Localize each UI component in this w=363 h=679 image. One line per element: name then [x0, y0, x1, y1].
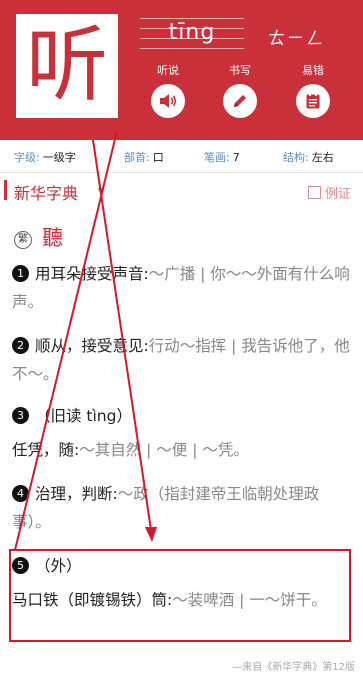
zhuyin: ㄊㄧㄥ: [268, 29, 325, 49]
divider: [0, 172, 363, 173]
pencil-icon[interactable]: [223, 84, 257, 118]
source-footer: —来自《新华字典》第12版: [232, 662, 355, 673]
write-button[interactable]: 书写: [212, 62, 268, 118]
level-info: 字级: 一级字: [14, 151, 76, 164]
mistakes-button[interactable]: 易错: [285, 62, 341, 118]
character-info-row: 字级: 一级字 部首: 口 笔画: 7 结构: 左右: [0, 140, 363, 172]
definition-1: 1 用耳朵接受声音:～广播 | 你～～外面有什么响声。: [12, 260, 350, 316]
notepad-icon[interactable]: [296, 84, 330, 118]
example-label: 例证: [324, 187, 351, 202]
traditional-character: 聽: [42, 226, 64, 250]
speaker-icon[interactable]: [151, 84, 185, 118]
definition-4: 4 治理，判断:～政（指封建帝王临朝处理政事）。: [12, 480, 350, 536]
character-card: 听: [16, 14, 118, 118]
definition-3: 3 （旧读 tìng） 任凭，随:～其自然 | ～便 | ～凭。: [12, 402, 350, 464]
listen-label: 听说: [157, 64, 179, 77]
pinyin: tīng: [168, 20, 216, 45]
number-badge: 2: [12, 337, 29, 354]
definition-text: 任凭，随:: [12, 441, 80, 459]
dictionary-selector[interactable]: 新华字典: [14, 180, 78, 204]
chevron-down-icon[interactable]: ▾: [98, 184, 104, 197]
number-badge: 4: [12, 485, 29, 502]
traditional-badge: 繁: [14, 231, 32, 249]
definition-2: 2 顺从，接受意见:行动～指挥 | 我告诉他了，他不～。: [12, 332, 350, 388]
example-icon: [307, 186, 321, 199]
dictionary-bar: 新华字典 ▾ 例证: [0, 176, 363, 208]
radical-info: 部首: 口: [124, 151, 164, 164]
definition-example: ～其自然 | ～便 | ～凭。: [79, 441, 249, 459]
definition-text: 顺从，接受意见:: [35, 337, 149, 355]
number-badge: 3: [12, 407, 29, 424]
section-marker: [4, 180, 7, 200]
strokes-info: 笔画: 7: [204, 151, 240, 164]
structure-info: 结构: 左右: [283, 151, 334, 164]
number-badge: 1: [12, 265, 29, 282]
example-button[interactable]: 例证: [307, 183, 351, 202]
definition-note: （旧读 tìng）: [35, 407, 132, 425]
character-header: 听 tīng ㄊㄧㄥ 听说 书写 易错: [0, 0, 363, 140]
annotation-highlight-box: [9, 549, 351, 642]
main-character: 听: [25, 18, 108, 113]
definition-text: 治理，判断:: [35, 485, 118, 503]
traditional-form: 繁 聽: [14, 222, 63, 252]
write-label: 书写: [229, 64, 251, 77]
mistakes-label: 易错: [302, 64, 324, 77]
listen-button[interactable]: 听说: [140, 62, 196, 118]
definition-text: 用耳朵接受声音:: [35, 265, 149, 283]
